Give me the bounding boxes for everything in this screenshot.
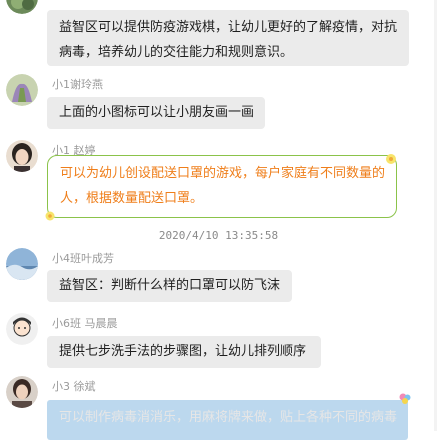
message-bubble[interactable]: 益智区：判断什么样的口罩可以防飞沫 [47, 270, 292, 302]
message-text: 提供七步洗手法的步骤图，让幼儿排列顺序 [59, 344, 307, 359]
sender-name: 小6班 马晨晨 [52, 317, 118, 330]
sender-name: 小3 徐斌 [52, 380, 96, 393]
sender-name: 小1谢玲燕 [52, 78, 103, 91]
avatar[interactable] [6, 140, 38, 172]
avatar[interactable] [6, 248, 38, 280]
message-bubble[interactable]: 上面的小图标可以让小朋友画一画 [47, 97, 265, 129]
message-bubble[interactable]: 可以为幼儿创设配送口罩的游戏，每户家庭有不同数量的 人，根据数量配送口罩。 [47, 155, 397, 218]
sender-name: 小4班叶成芳 [52, 252, 114, 265]
message-text: 可以为幼儿创设配送口罩的游戏，每户家庭有不同数量的 [60, 166, 386, 181]
message-text: 病毒，培养幼儿的交往能力和规则意识。 [59, 45, 294, 60]
avatar[interactable] [6, 74, 38, 106]
message-text: 人，根据数量配送口罩。 [60, 191, 204, 206]
flower-sticker-icon [45, 211, 55, 221]
balloon-sticker-icon [399, 393, 411, 404]
message-bubble[interactable]: 益智区可以提供防疫游戏棋，让幼儿更好的了解疫情，对抗 病毒，培养幼儿的交往能力和… [47, 10, 409, 66]
timestamp: 2020/4/10 13:35:58 [158, 229, 279, 242]
message-text: 益智区：判断什么样的口罩可以防飞沫 [59, 278, 281, 293]
message-text: 益智区可以提供防疫游戏棋，让幼儿更好的了解疫情，对抗 [59, 20, 398, 35]
flower-sticker-icon [386, 154, 396, 164]
chat-history: 益智区可以提供防疫游戏棋，让幼儿更好的了解疫情，对抗 病毒，培养幼儿的交往能力和… [0, 0, 437, 440]
avatar[interactable] [6, 0, 38, 14]
avatar[interactable] [6, 376, 38, 408]
avatar[interactable] [6, 313, 38, 345]
message-text: 上面的小图标可以让小朋友画一画 [59, 105, 255, 120]
message-text: 可以制作病毒消消乐，用麻将牌来做，贴上各种不同的病毒 [59, 410, 398, 425]
message-bubble[interactable]: 提供七步洗手法的步骤图，让幼儿排列顺序 [47, 336, 321, 368]
message-bubble[interactable]: 可以制作病毒消消乐，用麻将牌来做，贴上各种不同的病毒 [47, 400, 408, 440]
